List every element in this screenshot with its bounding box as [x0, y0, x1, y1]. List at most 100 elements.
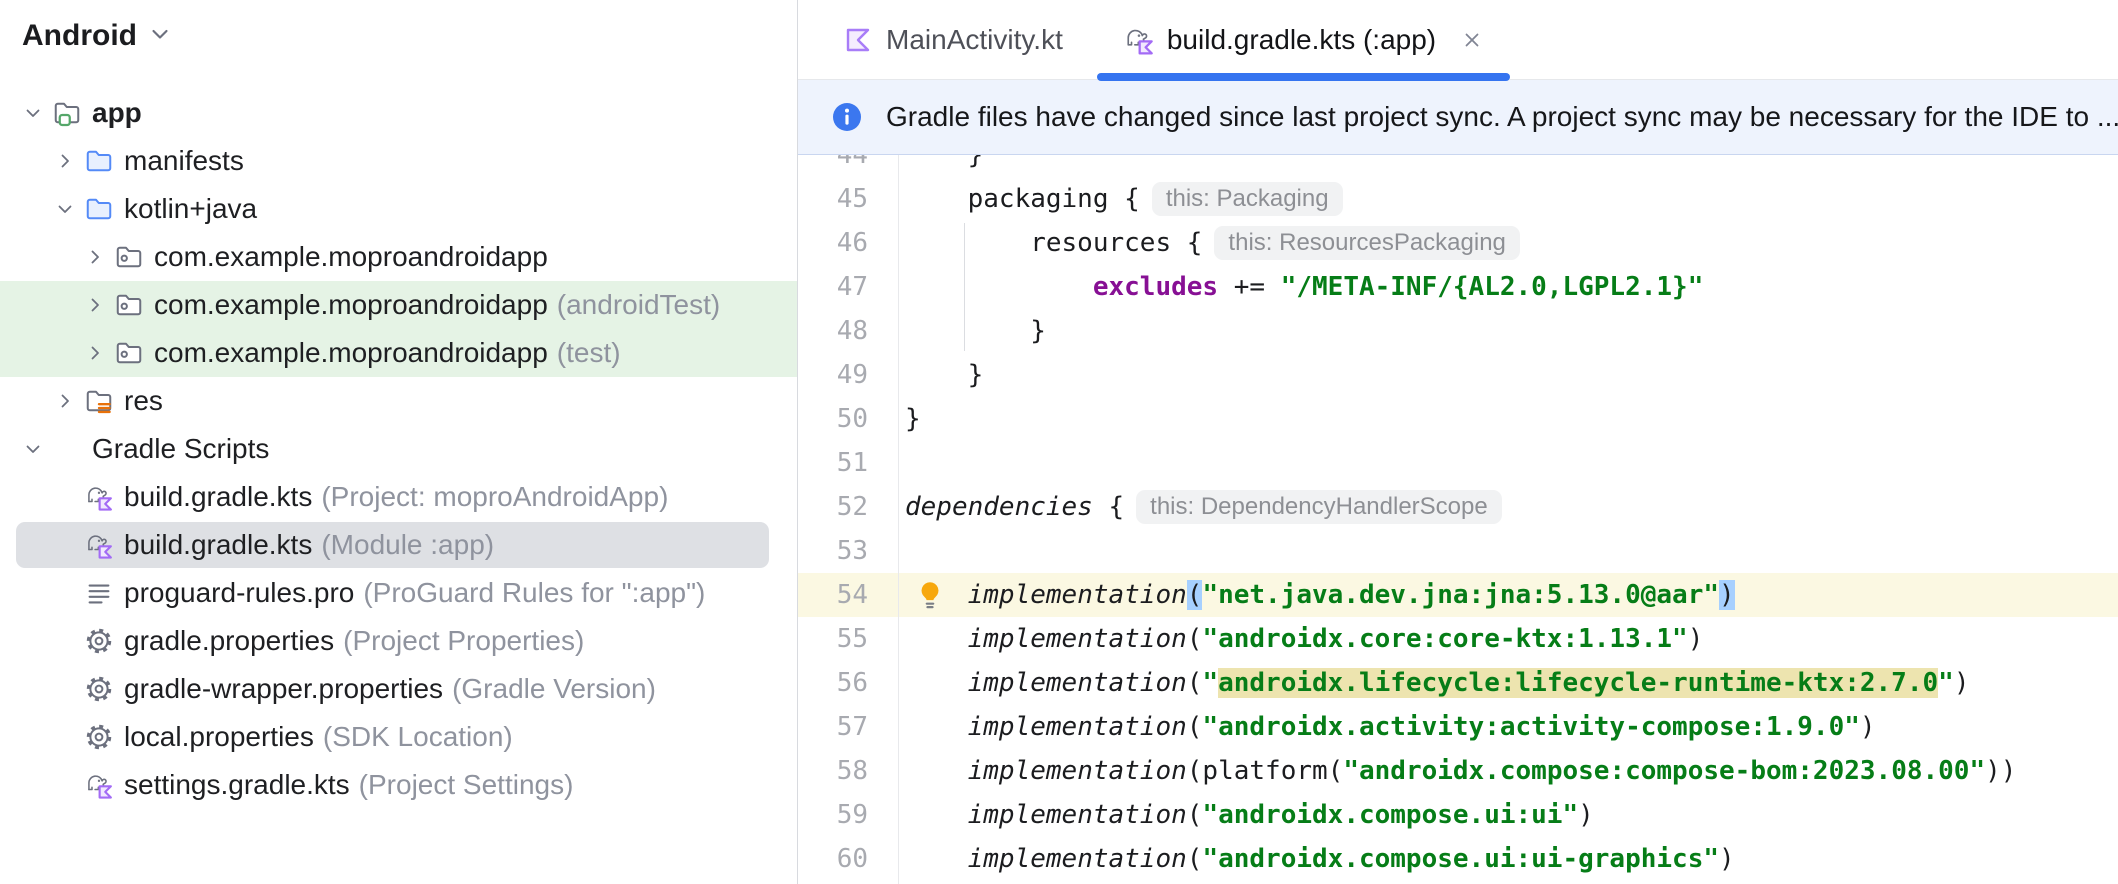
tree-item[interactable]: app — [0, 89, 797, 137]
tree-item-secondary-label: (androidTest) — [556, 289, 721, 320]
tree-item[interactable]: gradle-wrapper.properties (Gradle Version… — [0, 665, 797, 713]
code-text: dependencies { — [905, 492, 1125, 522]
tree-item-label: settings.gradle.kts — [124, 769, 350, 800]
code-line[interactable]: 54 implementation("net.java.dev.jna:jna:… — [798, 573, 2118, 617]
project-view-label: Android — [22, 19, 137, 52]
gutter-separator — [898, 155, 899, 884]
code-text: implementation("androidx.compose.ui:ui") — [967, 800, 1594, 830]
tree-item-label: build.gradle.kts — [124, 481, 313, 512]
project-view-selector[interactable]: Android — [0, 0, 797, 56]
tree-item[interactable]: com.example.moproandroidapp (test) — [0, 329, 797, 377]
code-line[interactable]: 55 implementation("androidx.core:core-kt… — [798, 617, 2118, 661]
tree-item[interactable]: res — [0, 377, 797, 425]
line-number: 50 — [836, 404, 868, 434]
package-icon — [114, 242, 144, 272]
code-line[interactable]: 57 implementation("androidx.activity:act… — [798, 705, 2118, 749]
folder-res-icon — [84, 386, 114, 416]
editor-area: MainActivity.kt build.gradle.kts (:app) … — [798, 0, 2118, 884]
folder-blue-icon — [84, 146, 114, 176]
tree-item-label: gradle.properties — [124, 625, 335, 656]
folder-app-icon — [52, 98, 82, 128]
tab-label: MainActivity.kt — [886, 23, 1063, 55]
kotlin-icon — [842, 24, 874, 56]
code-text: implementation("androidx.lifecycle:lifec… — [967, 668, 1970, 698]
intention-bulb-icon[interactable] — [914, 579, 946, 611]
tree-item[interactable]: manifests — [0, 137, 797, 185]
tab-mainactivity[interactable]: MainActivity.kt — [812, 0, 1093, 79]
code-line[interactable]: 51 — [798, 441, 2118, 485]
line-number: 57 — [836, 712, 868, 742]
tree-item-label: Gradle Scripts — [92, 433, 270, 464]
tree-item[interactable]: com.example.moproandroidapp — [0, 233, 797, 281]
code-text: excludes += "/META-INF/{AL2.0,LGPL2.1}" — [1092, 272, 1704, 302]
chevron-down-icon[interactable] — [50, 194, 80, 224]
chevron-right-icon[interactable] — [50, 146, 80, 176]
code-line[interactable]: 52 dependencies {this: DependencyHandlerS… — [798, 485, 2118, 529]
code-editor[interactable]: 44 } 45 packaging {this: Packaging 46 reso… — [798, 155, 2118, 884]
code-text: packaging { — [905, 184, 1140, 214]
info-icon — [832, 102, 862, 132]
chevron-right-icon[interactable] — [80, 338, 110, 368]
code-line[interactable]: 45 packaging {this: Packaging — [798, 177, 2118, 221]
chevron-right-icon[interactable] — [80, 242, 110, 272]
tab-build-gradle[interactable]: build.gradle.kts (:app) — [1093, 0, 1514, 81]
tree-item[interactable]: local.properties (SDK Location) — [0, 713, 797, 761]
gradle-kts-icon — [84, 482, 114, 512]
inlay-hint: this: Packaging — [1151, 182, 1343, 216]
chevron-down-icon[interactable] — [18, 434, 48, 464]
tree-item[interactable]: Gradle Scripts — [0, 425, 797, 473]
code-text: implementation(platform("androidx.compos… — [967, 756, 2017, 786]
tree-item[interactable]: build.gradle.kts (Module :app) — [0, 521, 797, 569]
line-number: 47 — [836, 272, 868, 302]
tree-item-label: build.gradle.kts — [124, 529, 313, 560]
project-tree: app manifests kotlin+java com.example.mopro… — [0, 89, 797, 809]
line-number: 60 — [836, 844, 868, 874]
code-line[interactable]: 58 implementation(platform("androidx.com… — [798, 749, 2118, 793]
code-text: } — [905, 360, 984, 390]
tree-item[interactable]: settings.gradle.kts (Project Settings) — [0, 761, 797, 809]
tree-item-label: kotlin+java — [124, 193, 258, 224]
code-line[interactable]: 46 resources {this: ResourcesPackaging — [798, 221, 2118, 265]
code-line[interactable]: 48 } — [798, 309, 2118, 353]
chevron-right-icon[interactable] — [50, 386, 80, 416]
close-icon[interactable] — [1460, 28, 1484, 52]
line-number: 52 — [836, 492, 868, 522]
code-line[interactable]: 56 implementation("androidx.lifecycle:li… — [798, 661, 2118, 705]
tree-item[interactable]: gradle.properties (Project Properties) — [0, 617, 797, 665]
code-text: implementation("androidx.compose.ui:ui-g… — [967, 844, 1735, 874]
code-line[interactable]: 60 implementation("androidx.compose.ui:u… — [798, 837, 2118, 881]
gradle-sync-banner: Gradle files have changed since last pro… — [798, 80, 2118, 155]
tree-item-label: manifests — [124, 145, 244, 176]
code-text: resources { — [905, 228, 1203, 258]
tree-item-label: com.example.moproandroidapp — [154, 289, 548, 320]
code-line[interactable]: 50} — [798, 397, 2118, 441]
chevron-down-icon[interactable] — [18, 98, 48, 128]
line-number: 49 — [836, 360, 868, 390]
line-number: 55 — [836, 624, 868, 654]
code-line[interactable]: 44 } — [798, 155, 2118, 177]
code-text: implementation("androidx.core:core-ktx:1… — [967, 624, 1704, 654]
tree-item[interactable]: com.example.moproandroidapp (androidTest) — [0, 281, 797, 329]
gradle-kts-icon — [1123, 24, 1155, 56]
line-number: 48 — [836, 316, 868, 346]
line-number: 59 — [836, 800, 868, 830]
code-line[interactable]: 49 } — [798, 353, 2118, 397]
code-line[interactable]: 47 excludes += "/META-INF/{AL2.0,LGPL2.1… — [798, 265, 2118, 309]
code-line[interactable]: 59 implementation("androidx.compose.ui:u… — [798, 793, 2118, 837]
tree-item-label: proguard-rules.pro — [124, 577, 355, 608]
code-line[interactable]: 53 — [798, 529, 2118, 573]
line-number: 44 — [836, 155, 868, 170]
tree-item-secondary-label: (ProGuard Rules for ":app") — [363, 577, 706, 608]
project-tool-window: Android app manifests kotlin+java com.examp… — [0, 0, 798, 884]
tree-item[interactable]: build.gradle.kts (Project: moproAndroidAp… — [0, 473, 797, 521]
chevron-right-icon[interactable] — [80, 290, 110, 320]
tree-item[interactable]: kotlin+java — [0, 185, 797, 233]
gear-icon — [84, 674, 114, 704]
gradle-elephant-icon — [52, 434, 82, 464]
line-number: 53 — [836, 536, 868, 566]
tree-item[interactable]: proguard-rules.pro (ProGuard Rules for ":… — [0, 569, 797, 617]
active-tab-underline — [1096, 73, 1511, 81]
banner-text: Gradle files have changed since last pro… — [886, 101, 2118, 132]
tree-item-secondary-label: (Module :app) — [321, 529, 495, 560]
line-number: 56 — [836, 668, 868, 698]
